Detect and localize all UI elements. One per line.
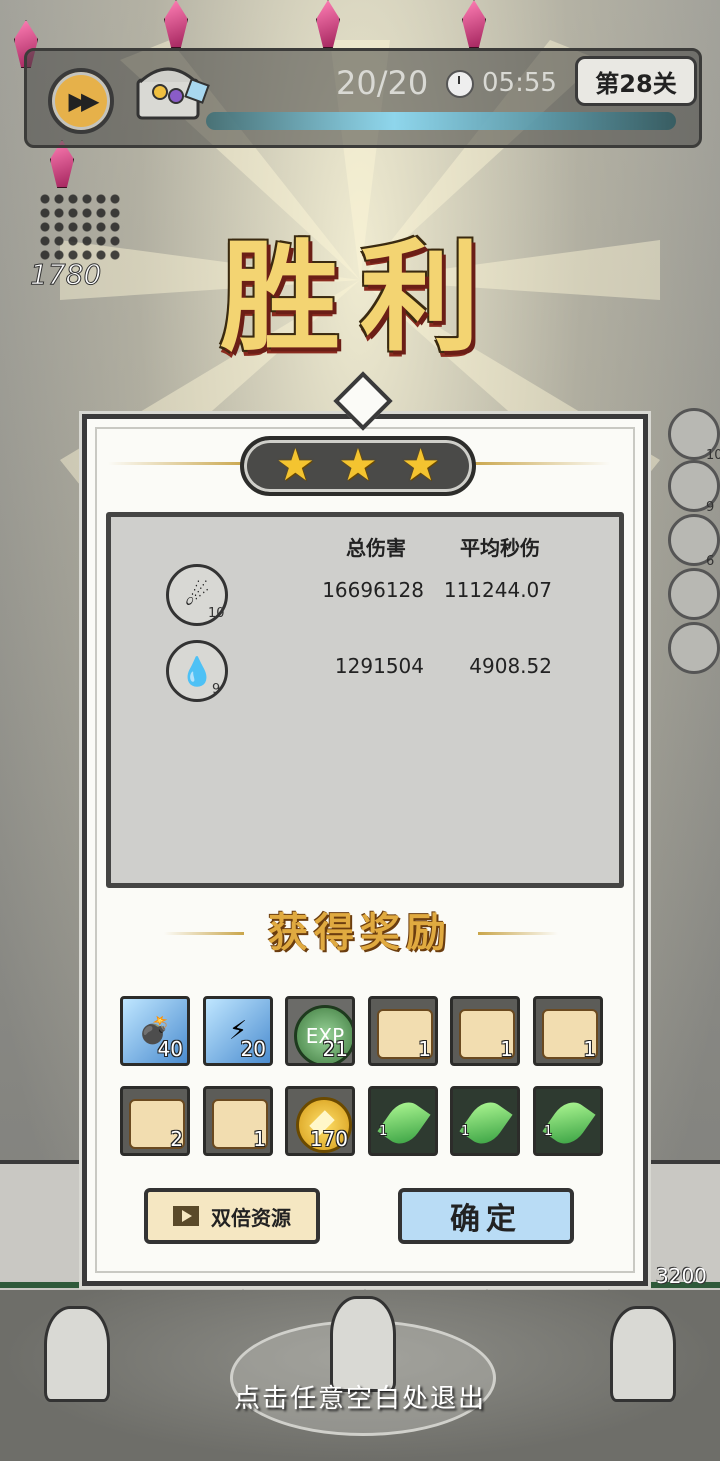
damage-number: 1780 <box>29 258 102 292</box>
treasure-chest-icon <box>136 67 210 120</box>
clock-icon <box>446 70 474 98</box>
reward-count: 21 <box>322 1037 348 1061</box>
star-icon: ★ <box>338 440 378 491</box>
green-leaf-icon <box>377 1095 431 1151</box>
reward-count: 1 <box>253 1127 266 1151</box>
skill-level: 10 <box>208 606 225 621</box>
confirm-label: 确定 <box>450 1202 522 1237</box>
victory-title: 胜利 <box>220 227 500 368</box>
reward-count: 1 <box>418 1037 431 1061</box>
star-icon: ★ <box>400 440 441 491</box>
reward-count: 1 <box>461 1124 470 1139</box>
reward-count: 1 <box>544 1124 553 1139</box>
reward-item[interactable]: 2 <box>120 1086 190 1156</box>
fast-forward-button[interactable]: ▶▶ <box>48 68 114 134</box>
divider <box>478 932 558 935</box>
reward-count: 40 <box>157 1037 183 1061</box>
skill-level: 9 <box>212 682 221 697</box>
wall-hp-value: 3200 <box>656 1264 707 1288</box>
side-skill-level: 6 <box>706 554 715 569</box>
dps-header: 平均秒伤 <box>460 536 540 560</box>
reward-item[interactable]: ⚡ 20 <box>203 996 273 1066</box>
reward-item[interactable]: 💣 40 <box>120 996 190 1066</box>
divider <box>470 462 610 465</box>
divider <box>108 462 248 465</box>
reward-item[interactable]: 1 <box>450 996 520 1066</box>
reward-count: 20 <box>240 1037 266 1061</box>
star-rating: ★ ★ ★ <box>240 436 476 496</box>
green-leaf-icon <box>542 1095 596 1151</box>
reward-item[interactable]: 1 <box>533 996 603 1066</box>
side-skill-level: 9 <box>706 500 715 515</box>
reward-item[interactable]: 170 <box>285 1086 355 1156</box>
reward-count: 2 <box>170 1127 183 1151</box>
video-ad-icon <box>173 1206 199 1226</box>
rewards-title: 获得奖励 <box>268 909 452 956</box>
explosion-effect <box>38 192 124 262</box>
reward-count: 1 <box>583 1037 596 1061</box>
side-skill-slot[interactable] <box>668 622 720 674</box>
green-leaf-icon <box>459 1095 513 1151</box>
total-damage-header: 总伤害 <box>346 536 406 560</box>
total-damage-value: 1291504 <box>334 654 424 678</box>
star-icon: ★ <box>275 440 316 491</box>
reward-item[interactable]: 1 <box>450 1086 520 1156</box>
reward-count: 1 <box>379 1124 388 1139</box>
wave-counter: 20/20 <box>336 64 429 102</box>
reward-item[interactable]: 1 <box>203 1086 273 1156</box>
exit-hint[interactable]: 点击任意空白处退出 <box>0 1378 720 1415</box>
dps-value: 111244.07 <box>443 578 552 602</box>
reward-item[interactable]: 1 <box>368 1086 438 1156</box>
level-badge: 第28关 <box>575 56 697 106</box>
double-rewards-button[interactable]: 双倍资源 <box>144 1188 320 1244</box>
side-skill-level: 10 <box>706 448 720 463</box>
reward-count: 1 <box>500 1037 513 1061</box>
battle-timer: 05:55 <box>482 68 557 98</box>
dps-value: 4908.52 <box>469 654 552 678</box>
wave-progress-bar <box>206 112 676 130</box>
reward-item[interactable]: 1 <box>368 996 438 1066</box>
reward-item[interactable]: 1 <box>533 1086 603 1156</box>
fast-forward-icon: ▶▶ <box>68 87 100 115</box>
reward-item[interactable]: EXP 21 <box>285 996 355 1066</box>
confirm-button[interactable]: 确定 <box>398 1188 574 1244</box>
total-damage-value: 16696128 <box>322 578 424 602</box>
side-skill-slot[interactable] <box>668 568 720 620</box>
divider <box>164 932 244 935</box>
reward-count: 170 <box>309 1127 348 1151</box>
double-rewards-label: 双倍资源 <box>211 1205 291 1230</box>
